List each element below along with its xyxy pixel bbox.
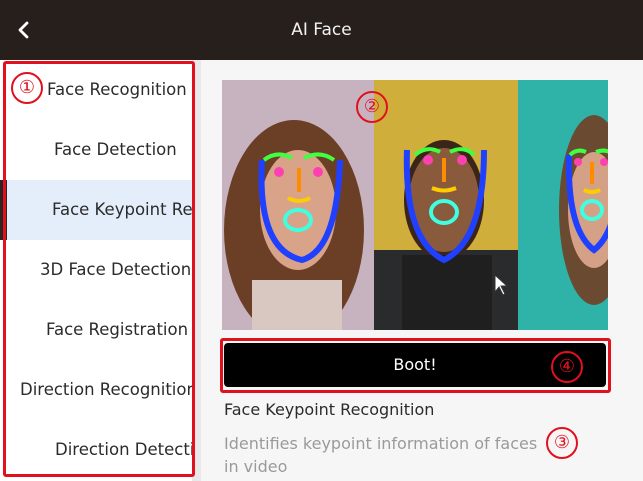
- page-title: AI Face: [291, 20, 352, 40]
- feature-description: Identifies keypoint information of faces…: [224, 434, 538, 476]
- annotation-number-4: ④: [551, 351, 583, 383]
- annotation-number-2: ②: [356, 91, 388, 123]
- annotation-box-sidebar: [3, 61, 195, 477]
- feature-title: Face Keypoint Recognition: [224, 400, 435, 419]
- annotation-number-1: ①: [11, 72, 43, 104]
- top-bar: AI Face: [0, 0, 643, 60]
- preview-image: [222, 80, 608, 330]
- annotation-number-3: ③: [546, 427, 578, 459]
